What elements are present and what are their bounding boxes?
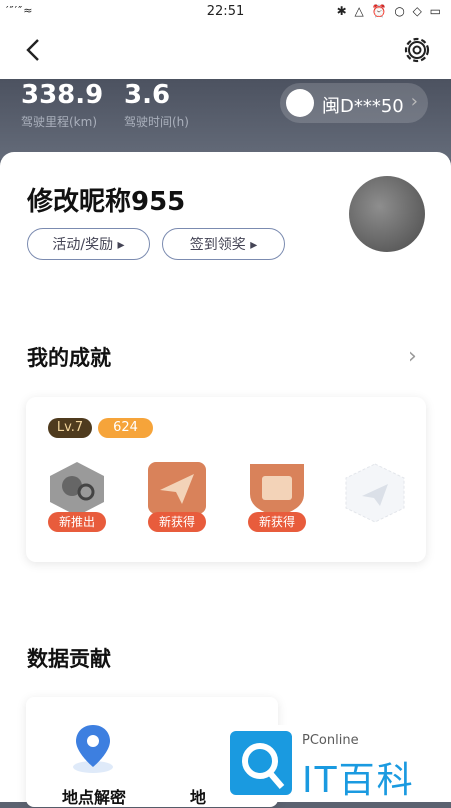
chevron-right-icon: › [410, 91, 418, 112]
avatar[interactable] [349, 176, 425, 252]
achievements-title: 我的成就 [27, 346, 111, 370]
search-icon [242, 743, 285, 789]
data-contribution-title: 数据贡献 [27, 647, 111, 671]
watermark-small-text: PConline [302, 733, 359, 748]
watermark-big-text: IT百科 [302, 760, 415, 801]
car-brand-icon [286, 89, 314, 117]
badge-calendar[interactable]: 新获得 [242, 458, 312, 536]
stat-value: 338.9 [21, 80, 104, 110]
badge-tag: 新推出 [48, 512, 106, 532]
settings-gear-icon[interactable] [401, 34, 433, 66]
points-badge: 624 [98, 418, 153, 438]
badge-paper-plane[interactable]: 新获得 [142, 458, 212, 536]
explorer-badge-icon [50, 462, 104, 516]
badge-explorer[interactable]: 新推出 [42, 458, 112, 536]
calendar-icon [250, 464, 304, 516]
checkin-reward-button[interactable]: 签到领奖 ▸ [162, 228, 285, 260]
stat-label: 驾驶里程(km) [21, 115, 98, 129]
activity-reward-button[interactable]: 活动/奖励 ▸ [27, 228, 150, 260]
location-pin-icon [73, 725, 113, 773]
status-icons: ✱ △ ⏰ ○ ◇ ▭ [336, 4, 443, 18]
badge-locked[interactable] [340, 458, 410, 536]
location-decode-label: 地点解密 [62, 788, 127, 807]
stat-label: 驾驶时间(h) [124, 115, 189, 129]
stat-distance: 338.9 驾驶里程(km) [21, 79, 103, 130]
badge-tag: 新获得 [148, 512, 206, 532]
top-bar [0, 24, 451, 79]
stat-value: 3.6 [124, 80, 171, 110]
badge-tag: 新获得 [248, 512, 306, 532]
watermark: PConline IT百科 [210, 725, 451, 802]
stat-time: 3.6 驾驶时间(h) [124, 79, 189, 130]
status-bar: ′″′″≈ 22:51 ✱ △ ⏰ ○ ◇ ▭ [0, 0, 451, 24]
chevron-right-icon[interactable]: › [408, 344, 417, 369]
locked-paper-plane-icon [345, 463, 405, 523]
plate-text: 闽D***50 [322, 96, 404, 117]
data-item-label: 地 [190, 788, 207, 807]
level-badge: Lv.7 [48, 418, 92, 438]
points-value: 624 [113, 420, 138, 435]
paper-plane-icon [148, 462, 206, 514]
nickname[interactable]: 修改昵称955 [27, 181, 185, 218]
back-icon[interactable] [20, 36, 48, 64]
pconline-logo [230, 731, 292, 795]
license-plate-button[interactable]: 闽D***50 › [280, 83, 428, 123]
